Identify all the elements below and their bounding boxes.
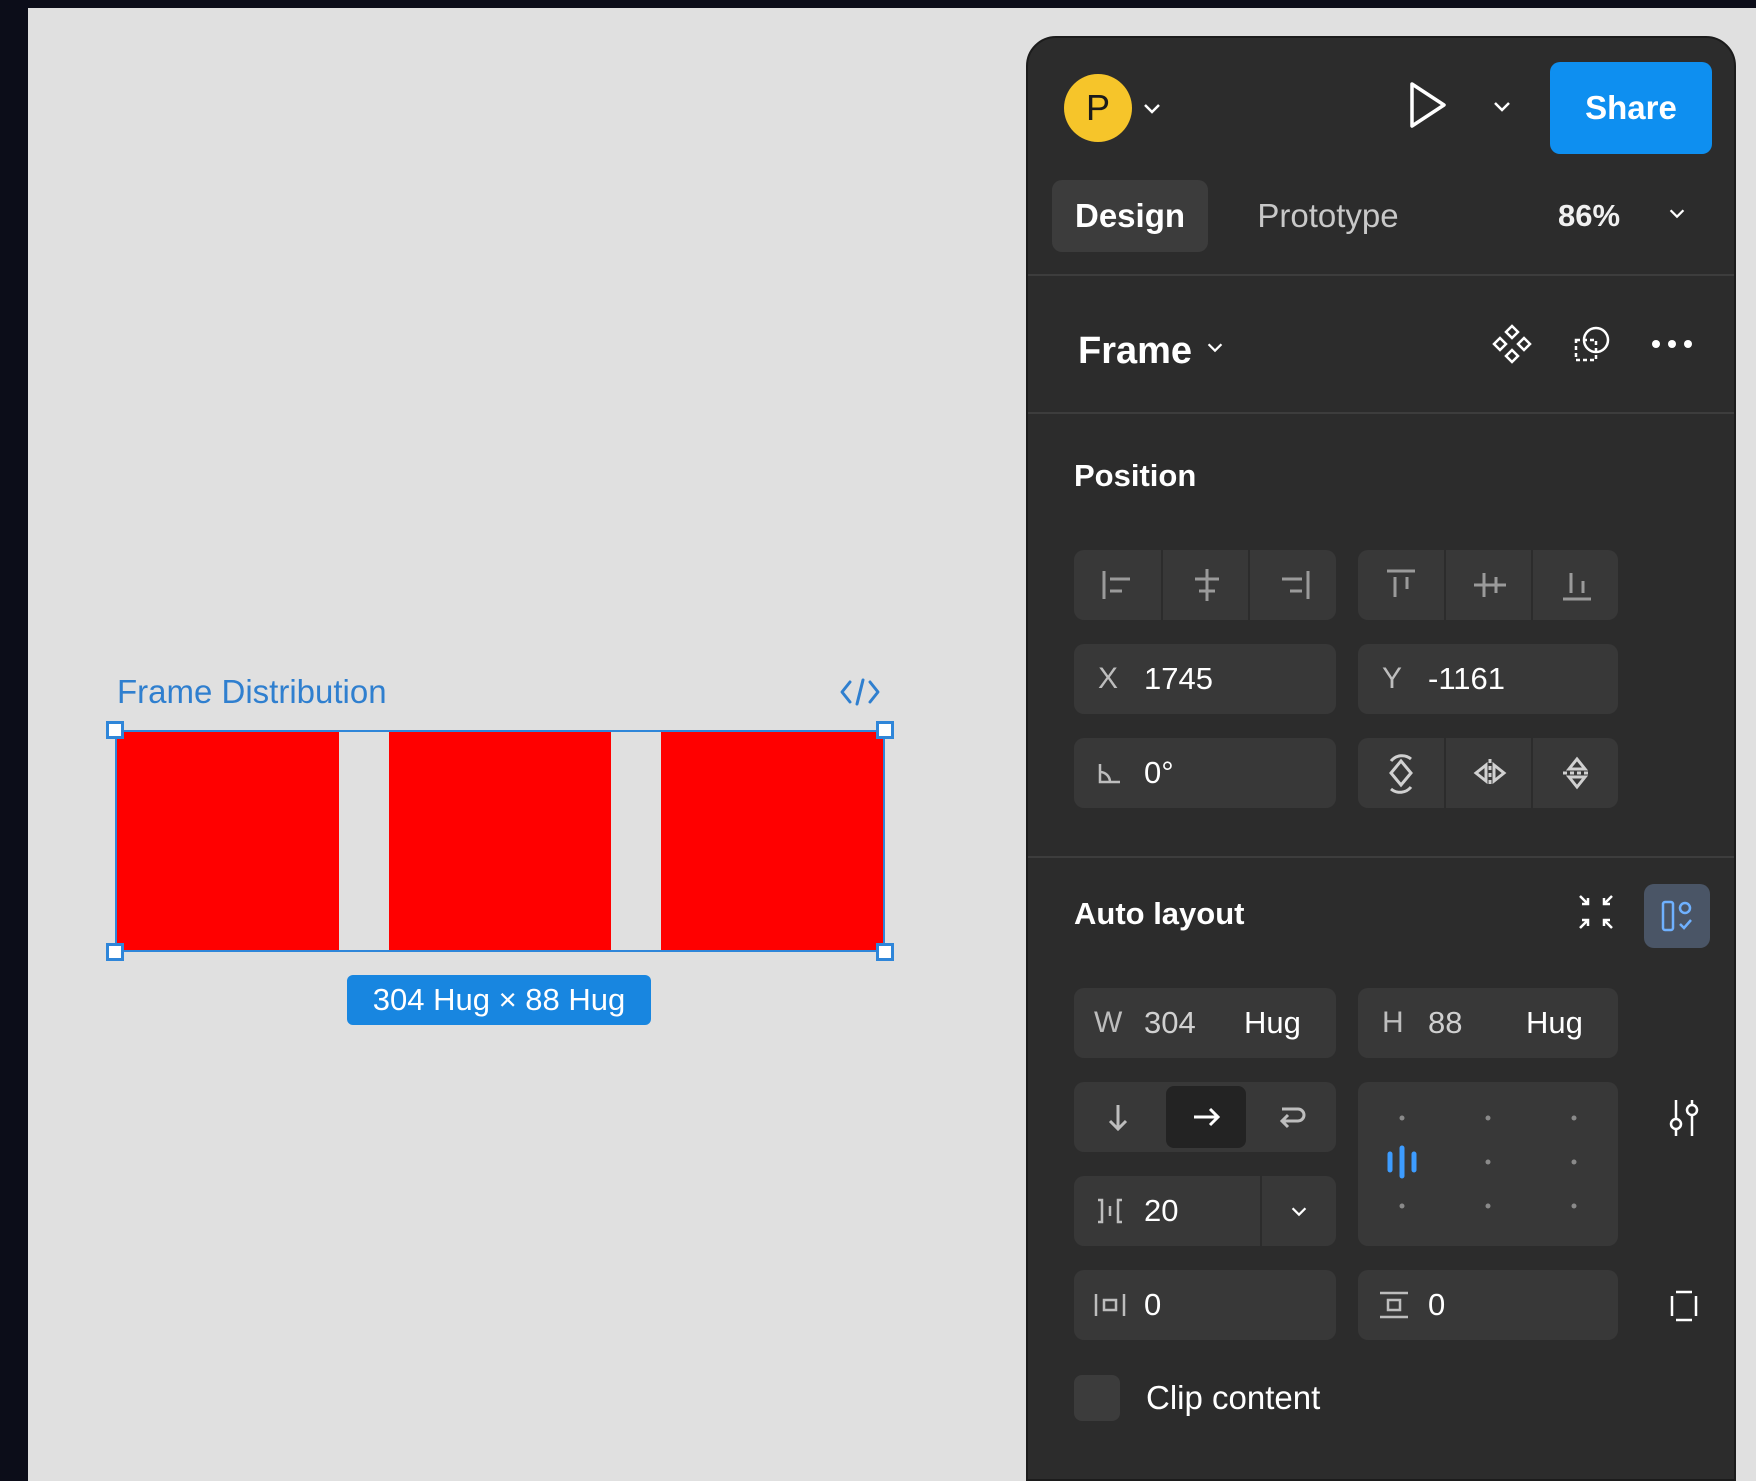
h-mode[interactable]: Hug [1526, 988, 1583, 1058]
vertical-align-group [1358, 550, 1618, 620]
mask-icon[interactable] [1570, 322, 1614, 366]
chevron-down-icon[interactable] [1140, 96, 1164, 120]
align-right-icon[interactable] [1248, 550, 1338, 620]
resize-handle-bottom-left[interactable] [106, 943, 124, 961]
collapse-icon[interactable] [1574, 890, 1618, 934]
w-mode[interactable]: Hug [1244, 988, 1301, 1058]
chevron-down-icon[interactable] [1288, 1200, 1310, 1222]
component-icon[interactable] [1490, 322, 1534, 366]
divider [1028, 412, 1734, 414]
rotation-value[interactable]: 0° [1144, 738, 1174, 808]
align-top-icon[interactable] [1358, 550, 1444, 620]
layout-toggle-icon[interactable] [1644, 884, 1710, 948]
code-icon[interactable] [838, 674, 882, 710]
position-section-title: Position [1074, 458, 1197, 493]
play-icon[interactable] [1406, 80, 1450, 130]
transform-group [1358, 738, 1618, 808]
zoom-level[interactable]: 86% [1558, 198, 1620, 234]
rectangle-3[interactable] [661, 732, 883, 950]
chevron-down-icon[interactable] [1204, 336, 1226, 358]
resize-handle-bottom-right[interactable] [876, 943, 894, 961]
chevron-down-icon[interactable] [1490, 94, 1514, 118]
resize-handle-top-right[interactable] [876, 721, 894, 739]
padding-v-icon [1376, 1270, 1412, 1340]
divider [1028, 856, 1734, 858]
y-field[interactable]: Y -1161 [1358, 644, 1618, 714]
frame-name-label[interactable]: Frame Distribution [117, 672, 387, 712]
layer-name[interactable]: Frame [1078, 330, 1192, 373]
flip-horizontal-icon[interactable] [1444, 738, 1533, 808]
tab-design[interactable]: Design [1052, 180, 1208, 252]
auto-layout-section-title: Auto layout [1074, 896, 1245, 931]
gap-value[interactable]: 20 [1144, 1176, 1178, 1246]
h-value[interactable]: 88 [1428, 988, 1462, 1058]
settings-sliders-icon[interactable] [1662, 1094, 1706, 1142]
rotation-field[interactable]: 0° [1074, 738, 1336, 808]
chevron-down-icon[interactable] [1666, 202, 1688, 224]
avatar[interactable]: P [1064, 74, 1132, 142]
frame-distribution[interactable] [115, 730, 885, 952]
x-value[interactable]: 1745 [1144, 644, 1213, 714]
share-button[interactable]: Share [1550, 62, 1712, 154]
gap-divider [1260, 1176, 1262, 1246]
divider [1028, 274, 1734, 276]
padding-horizontal-field[interactable]: 0 [1074, 1270, 1336, 1340]
padding-h-icon [1092, 1270, 1128, 1340]
x-field[interactable]: X 1745 [1074, 644, 1336, 714]
rotate-icon[interactable] [1358, 738, 1444, 808]
clip-content-checkbox[interactable] [1074, 1375, 1120, 1421]
padding-vertical-field[interactable]: 0 [1358, 1270, 1618, 1340]
arrow-down-icon[interactable] [1074, 1082, 1161, 1152]
gap-icon [1094, 1176, 1126, 1246]
design-panel: P Share Design Prototype 86% Frame Posit… [1026, 36, 1736, 1481]
direction-group [1074, 1082, 1336, 1152]
padding-h-value[interactable]: 0 [1144, 1270, 1161, 1340]
arrow-right-icon[interactable] [1166, 1086, 1246, 1148]
w-value[interactable]: 304 [1144, 988, 1196, 1058]
x-label: X [1098, 662, 1119, 695]
height-field[interactable]: H 88 Hug [1358, 988, 1618, 1058]
padding-v-value[interactable]: 0 [1428, 1270, 1445, 1340]
alignment-grid[interactable] [1358, 1082, 1618, 1246]
resize-handle-top-left[interactable] [106, 721, 124, 739]
h-label: H [1382, 1006, 1404, 1039]
align-left-icon[interactable] [1074, 550, 1161, 620]
rectangle-1[interactable] [117, 732, 339, 950]
y-label: Y [1382, 662, 1403, 695]
rotation-icon [1094, 738, 1124, 808]
padding-individual-icon[interactable] [1664, 1286, 1704, 1326]
more-icon[interactable] [1648, 334, 1696, 354]
rectangle-2[interactable] [389, 732, 611, 950]
w-label: W [1094, 1006, 1123, 1039]
align-middle-icon[interactable] [1444, 550, 1533, 620]
wrap-icon[interactable] [1248, 1082, 1336, 1152]
align-bottom-icon[interactable] [1531, 550, 1620, 620]
size-label: 304 Hug × 88 Hug [347, 975, 651, 1025]
y-value[interactable]: -1161 [1428, 644, 1505, 714]
clip-content-label[interactable]: Clip content [1146, 1374, 1320, 1422]
width-field[interactable]: W 304 Hug [1074, 988, 1336, 1058]
tab-prototype[interactable]: Prototype [1238, 180, 1418, 252]
horizontal-align-group [1074, 550, 1336, 620]
gap-field[interactable]: 20 [1074, 1176, 1336, 1246]
flip-vertical-icon[interactable] [1531, 738, 1620, 808]
align-center-h-icon[interactable] [1161, 550, 1250, 620]
